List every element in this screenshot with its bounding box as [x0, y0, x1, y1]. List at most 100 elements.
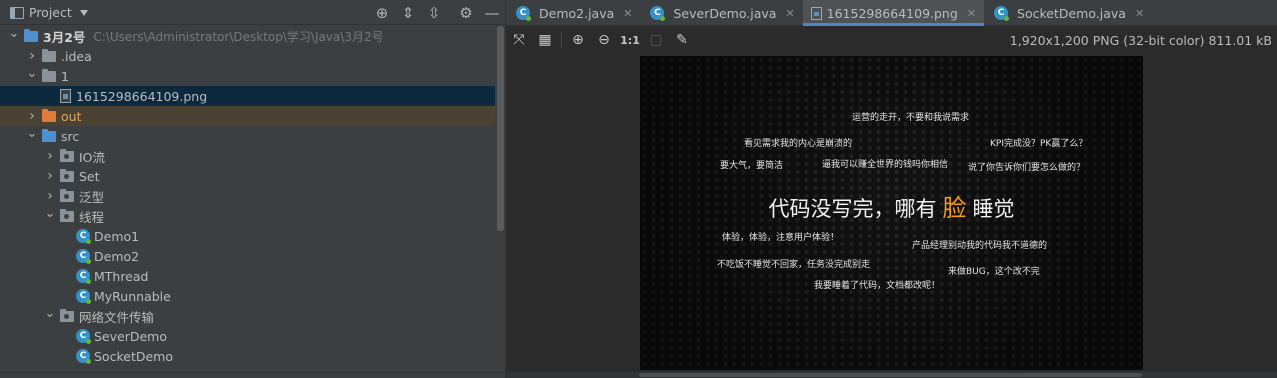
java-class-icon: C — [76, 349, 91, 364]
zoom-in-icon[interactable]: ⊕ — [565, 27, 591, 53]
editor-tab[interactable]: C SeverDemo.java ✕ — [640, 0, 802, 26]
image-preview: 运营的走开，不要和我说需求 看见需求我的内心是崩溃的 KPI完成没？PK赢了么？… — [640, 56, 1143, 370]
zoom-out-icon[interactable]: ⊖ — [591, 27, 617, 53]
tree-row[interactable]: C Demo2 — [0, 246, 495, 266]
image-phrase: 看见需求我的内心是崩溃的 — [744, 139, 853, 149]
actual-size-button[interactable]: 1:1 — [617, 27, 643, 53]
project-tool-window: Project ⊕ ⇕ ⇳ ⚙ — ⌄ 3月2号 C:\Users\Administ… — [0, 0, 506, 378]
scrollbar-thumb[interactable] — [639, 373, 1142, 377]
tree-row[interactable]: 1615298664109.png — [0, 86, 495, 106]
image-phrase: 要大气，要简洁 — [720, 161, 784, 171]
chessboard-icon[interactable]: ▢ — [643, 27, 669, 53]
java-class-icon: C — [76, 329, 91, 344]
editor-tab[interactable]: 1615298664109.png ✕ — [802, 0, 985, 26]
headline-text: 代码没写完，哪有 — [768, 197, 937, 221]
java-class-icon: C — [76, 249, 91, 264]
headline-text-end: 睡觉 — [972, 197, 1015, 221]
folder-icon — [42, 68, 56, 82]
tree-row[interactable]: › IO流 — [0, 146, 495, 166]
editor-tab-bar: C Demo2.java ✕ C SeverDemo.java ✕ 161529866410… — [506, 0, 1277, 26]
package-icon — [60, 168, 74, 182]
tree-row[interactable]: C MThread — [0, 266, 495, 286]
tree-row[interactable]: ⌄ 3月2号 C:\Users\Administrator\Desktop\学习\J… — [0, 26, 495, 46]
chevron-down-icon — [79, 9, 88, 16]
tree-row[interactable]: › 泛型 — [0, 186, 495, 206]
chevron-right-icon[interactable]: › — [44, 146, 56, 166]
tab-label: SeverDemo.java — [673, 5, 777, 21]
project-view-selector[interactable]: Project — [10, 0, 88, 25]
chevron-down-icon[interactable]: ⌄ — [26, 63, 38, 83]
package-icon — [60, 308, 74, 322]
close-icon[interactable]: ✕ — [785, 7, 794, 20]
tree-item-label: MyRunnable — [94, 288, 171, 304]
image-editor-canvas: 运营的走开，不要和我说需求 看见需求我的内心是崩溃的 KPI完成没？PK赢了么？… — [506, 53, 1277, 372]
tree-row[interactable]: › .idea — [0, 46, 495, 66]
tree-item-label: .idea — [61, 48, 92, 64]
tree-item-label: 泛型 — [79, 189, 105, 205]
tree-item-label: 网络文件传输 — [79, 309, 155, 325]
editor-tab[interactable]: C Demo2.java ✕ — [506, 0, 640, 26]
tree-item-label: out — [61, 108, 82, 124]
excluded-folder-icon — [42, 108, 56, 122]
image-file-icon — [810, 6, 822, 20]
tree-row[interactable]: C MyRunnable — [0, 286, 495, 306]
gear-icon[interactable]: ⚙ — [453, 0, 479, 25]
project-window-icon — [10, 6, 24, 19]
image-phrase: 逼我可以赚全世界的钱吗你相信 — [822, 160, 949, 170]
headline-face-word: 脸 — [942, 194, 967, 222]
tree-row[interactable]: › out — [0, 106, 495, 126]
project-panel-header: Project ⊕ ⇕ ⇳ ⚙ — — [0, 0, 505, 25]
tree-vertical-scrollbar[interactable] — [497, 26, 504, 231]
java-class-icon: C — [76, 289, 91, 304]
image-phrase: 说了你告诉你们要怎么做的？ — [968, 163, 1086, 173]
collapse-all-icon[interactable]: ⇳ — [421, 0, 447, 25]
editor-horizontal-scrollbar[interactable] — [506, 372, 1277, 378]
tree-row[interactable]: ⌄ 1 — [0, 66, 495, 86]
tree-row[interactable]: ⌄ 网络文件传输 — [0, 306, 495, 326]
fit-zoom-icon[interactable]: ⤧ — [506, 27, 532, 53]
tab-label: SocketDemo.java — [1017, 5, 1126, 21]
tree-row[interactable]: C Demo1 — [0, 226, 495, 246]
chevron-down-icon[interactable]: ⌄ — [26, 123, 38, 143]
image-phrase: 我要睡着了代码，文档都改呢！ — [814, 281, 941, 291]
close-icon[interactable]: ✕ — [1135, 7, 1144, 20]
color-picker-icon[interactable]: ✎ — [669, 27, 695, 53]
image-phrase: 不吃饭不睡觉不回家，任务没完成别走 — [717, 260, 871, 270]
minimize-icon[interactable]: — — [479, 0, 505, 25]
close-icon[interactable]: ✕ — [967, 7, 976, 20]
chevron-right-icon[interactable]: › — [44, 166, 56, 186]
tree-row[interactable]: C SocketDemo — [0, 346, 495, 366]
image-phrase: KPI完成没？PK赢了么？ — [990, 139, 1088, 149]
tree-horizontal-scrollbar[interactable] — [0, 372, 505, 378]
image-phrase: 运营的走开，不要和我说需求 — [852, 113, 970, 123]
grid-icon[interactable]: ▦ — [532, 27, 558, 53]
image-headline: 代码没写完，哪有脸睡觉 — [640, 188, 1143, 223]
tree-item-label: SocketDemo — [94, 348, 173, 364]
tree-item-label: 3月2号 — [43, 29, 86, 45]
package-icon — [60, 208, 74, 222]
crosshair-icon[interactable]: ⊕ — [369, 0, 395, 25]
tree-item-label: src — [61, 128, 80, 144]
tree-row[interactable]: › Set — [0, 166, 495, 186]
image-viewer-toolbar: ⤧ ▦ ⊕ ⊖ 1:1 ▢ ✎ 1,920x1,200 PNG (32-bit … — [506, 27, 1277, 53]
java-class-icon: C — [994, 6, 1010, 21]
image-info-label: 1,920x1,200 PNG (32-bit color) 811.01 kB — [1009, 32, 1272, 48]
close-icon[interactable]: ✕ — [623, 7, 632, 20]
editor-tab[interactable]: C SocketDemo.java ✕ — [984, 0, 1152, 26]
chevron-down-icon[interactable]: ⌄ — [44, 303, 56, 323]
tree-item-label: Demo1 — [94, 228, 140, 244]
tree-row[interactable]: ⌄ src — [0, 126, 495, 146]
tab-label: 1615298664109.png — [826, 5, 958, 21]
chevron-down-icon[interactable]: ⌄ — [8, 26, 20, 43]
tree-row[interactable]: ⌄ 线程 — [0, 206, 495, 226]
package-icon — [60, 188, 74, 202]
tree-row[interactable]: C SeverDemo — [0, 326, 495, 346]
source-folder-icon — [42, 128, 56, 142]
expand-all-icon[interactable]: ⇕ — [395, 0, 421, 25]
chevron-down-icon[interactable]: ⌄ — [44, 203, 56, 223]
java-class-icon: C — [516, 6, 531, 21]
